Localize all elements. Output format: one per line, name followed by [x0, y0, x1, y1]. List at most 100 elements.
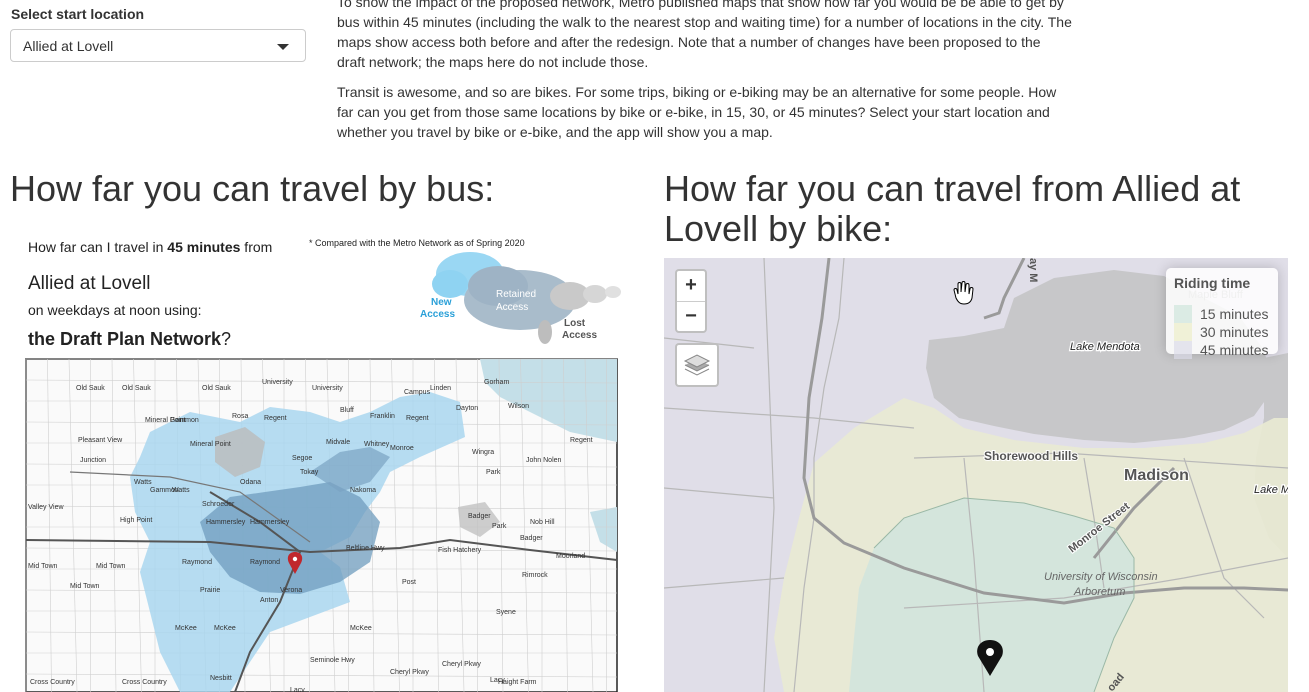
university-bay-label-partial: ay M [1027, 258, 1039, 282]
bus-map-street-label: Prairie [200, 587, 220, 594]
bus-map-street-label: Badger [520, 535, 543, 542]
legend-label: 45 minutes [1200, 342, 1269, 358]
bus-access-map-image: How far can I travel in 45 minutes from … [10, 222, 638, 692]
layers-icon [683, 354, 711, 376]
bus-map-street-label: Regent [264, 415, 287, 422]
bus-map-street-label: Segoe [292, 455, 312, 462]
bus-map-street-label: Gorham [484, 379, 509, 386]
bus-map-street-label: Anton [260, 597, 278, 604]
svg-text:New: New [431, 297, 452, 308]
bus-map-street-label: Seminole Hwy [310, 657, 355, 664]
bus-map-street-label: Mid Town [28, 563, 58, 570]
bus-map-street-label: Hammersley [206, 519, 246, 526]
bus-map-street-label: Cheryl Pkwy [442, 661, 481, 668]
bus-map-line4: the Draft Plan Network? [28, 329, 231, 349]
bus-map-street-label: Syene [496, 609, 516, 616]
arboretum-label-line2: Arboretum [1073, 586, 1125, 598]
bus-map-street-label: Park [492, 523, 507, 530]
bus-map-street-label: Moorland [556, 553, 585, 560]
bus-map-street-label: Midvale [326, 439, 350, 446]
bus-map-location: Allied at Lovell [28, 273, 151, 294]
svg-text:Access: Access [420, 309, 455, 320]
bus-map-street-label: Wilson [508, 403, 529, 410]
svg-text:Access: Access [496, 302, 528, 313]
bus-map-footnote: * Compared with the Metro Network as of … [309, 238, 525, 248]
bus-map-street-label: Raymond [182, 559, 212, 566]
legend-label: 15 minutes [1200, 306, 1269, 322]
bus-map-street-label: Old Sauk [76, 385, 105, 392]
bus-map-street-label: Wingra [472, 449, 494, 456]
arboretum-label-line1: University of Wisconsin [1044, 571, 1158, 583]
bus-map-street-label: Campus [404, 389, 431, 396]
bus-map-street-label: Linden [430, 385, 451, 392]
bus-map-street-label: Old Sauk [202, 385, 231, 392]
riding-time-legend: Riding time 15 minutes 30 minutes 45 min… [1166, 268, 1278, 359]
intro-paragraph-2: Transit is awesome, and so are bikes. Fo… [337, 84, 1057, 140]
bus-map-street-label: Haight Farm [498, 679, 537, 686]
bus-map-street-label: Cross Country [30, 679, 75, 686]
bus-map-street-label: Whitney [364, 441, 390, 448]
bus-map-street-label: Cheryl Pkwy [390, 669, 429, 676]
select-start-location-label: Select start location [11, 6, 145, 22]
legend-item-45: 45 minutes [1174, 341, 1268, 359]
bus-map-street-label: Dayton [456, 405, 478, 412]
bus-map-street-label: Beltline Hwy [346, 545, 385, 552]
bus-map-street-label: McKee [350, 625, 372, 632]
bus-map-street-label: Raymond [250, 559, 280, 566]
svg-text:Access: Access [562, 330, 597, 341]
legend-title: Riding time [1174, 275, 1251, 291]
bus-map-street-label: Mid Town [96, 563, 126, 570]
bus-map-street-label: High Point [120, 517, 152, 524]
bus-map-street-label: Hammersley [250, 519, 290, 526]
intro-text: To show the impact of the proposed netwo… [337, 0, 1072, 152]
bus-map-street-label: Mid Town [70, 583, 100, 590]
bus-map-street-label: Cross Country [122, 679, 167, 686]
legend-swatch [1174, 323, 1192, 341]
bus-map-street-label: University [312, 385, 343, 392]
bus-map-street-label: Regent [570, 437, 593, 444]
bus-map-title-line: How far can I travel in 45 minutes from [28, 239, 272, 255]
zoom-control: + − [675, 269, 707, 333]
bus-map-street-label: Post [402, 579, 416, 586]
bus-map-street-label: Bluff [340, 407, 354, 414]
zoom-out-button[interactable]: − [677, 302, 705, 332]
selected-location-value: Allied at Lovell [23, 38, 114, 54]
bus-map-street-label: Franklin [370, 413, 395, 420]
bus-map-street-label: Monroe [390, 445, 414, 452]
bus-map-line3: on weekdays at noon using: [28, 302, 202, 318]
bus-map-street-label: Rosa [232, 413, 248, 420]
intro-paragraph-1: To show the impact of the proposed netwo… [337, 0, 1072, 70]
bus-map-street-label: Schroeder [202, 501, 235, 508]
legend-item-30: 30 minutes [1174, 323, 1268, 341]
bus-map-street-label: Fish Hatchery [438, 547, 482, 554]
bus-map-street-label: Valley View [28, 504, 64, 511]
bus-map-street-label: John Nolen [526, 457, 562, 464]
layers-control-button[interactable] [675, 343, 719, 387]
zoom-in-button[interactable]: + [677, 271, 705, 302]
lake-mendota-label: Lake Mendota [1070, 341, 1140, 353]
bus-map-street-label: McKee [214, 625, 236, 632]
bus-map-street-label: McKee [175, 625, 197, 632]
bus-map-street-label: Mineral Point [190, 441, 231, 448]
bus-map-street-label: Lacy [290, 687, 305, 692]
bike-heading: How far you can travel from Allied at Lo… [664, 168, 1241, 249]
bus-map-street-label: Tokay [300, 469, 319, 476]
bus-map-street-label: Badger [468, 513, 491, 520]
start-location-select[interactable]: Allied at Lovell [10, 29, 306, 62]
svg-text:Retained: Retained [496, 289, 536, 300]
lake-monona-label: Lake M [1254, 484, 1288, 496]
bus-map-access-legend: New Access Retained Access Lost Access [420, 252, 621, 344]
bus-map-street-label: Watts [134, 479, 152, 486]
bike-isochrone-map[interactable]: Lake Mendota Lake M Shorewood Hills Madi… [664, 258, 1288, 692]
legend-swatch [1174, 341, 1192, 359]
bus-map-street-label: Nob Hill [530, 519, 555, 526]
bus-map-street-label: Regent [406, 415, 429, 422]
bus-map-street-label: Verona [280, 587, 302, 594]
bus-map-street-label: Pleasant View [78, 437, 123, 444]
bus-map-street-label: Rimrock [522, 572, 548, 579]
legend-swatch [1174, 305, 1192, 323]
bus-map-street-label: Old Sauk [122, 385, 151, 392]
bus-map-street-label: University [262, 379, 293, 386]
bus-map-street-label: Odana [240, 479, 261, 486]
legend-label: 30 minutes [1200, 324, 1269, 340]
